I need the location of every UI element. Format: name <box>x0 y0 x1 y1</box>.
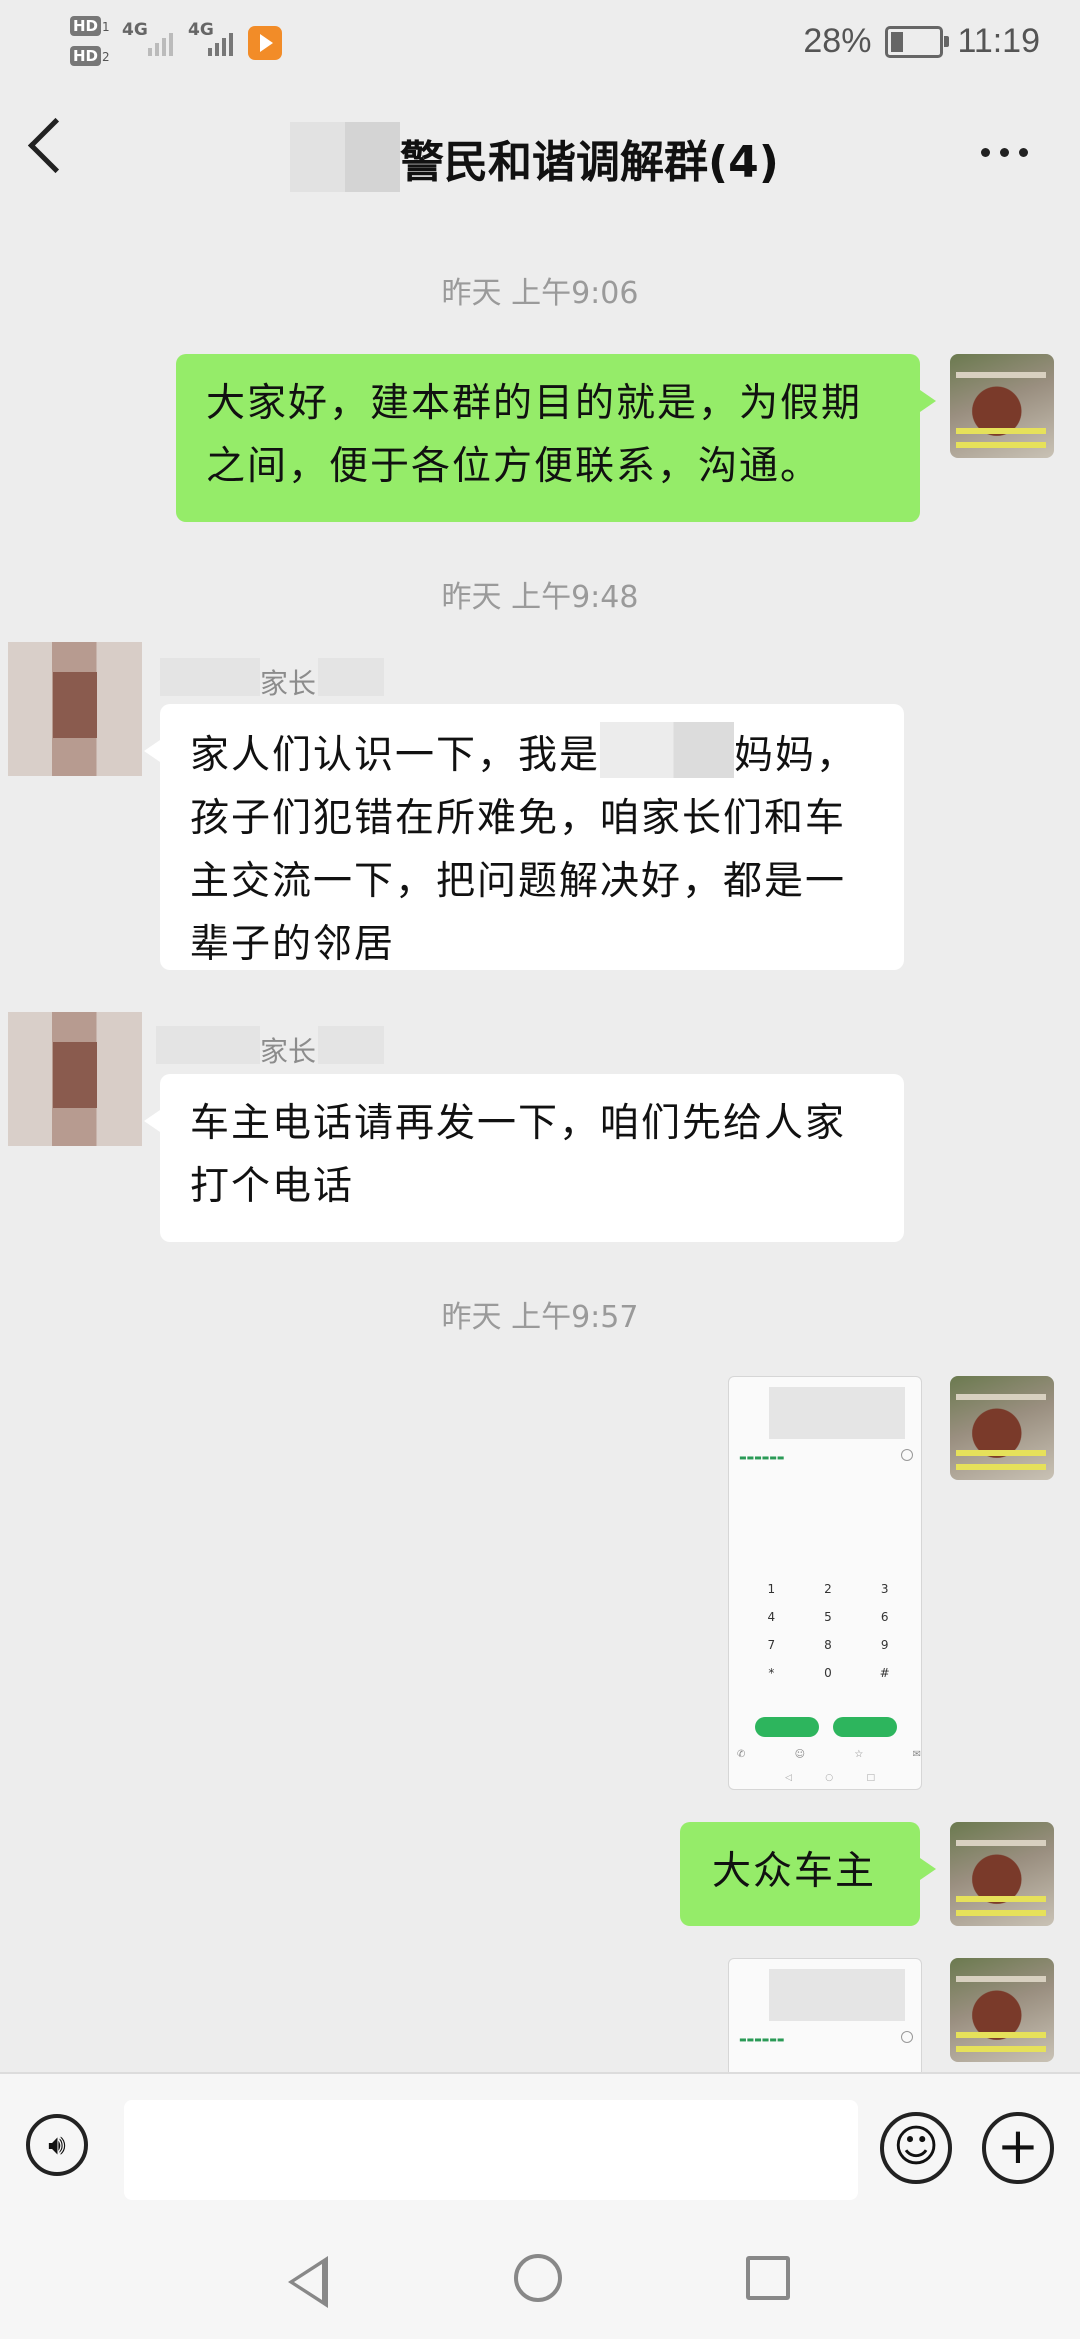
message-bubble-other[interactable]: 家人们认识一下，我是 妈妈，孩子们犯错在所难免，咱家长们和车主交流一下，把问题解决… <box>160 704 904 970</box>
status-right: 28% 11:19 <box>803 22 1040 61</box>
hd-badge-1: HD <box>70 16 102 36</box>
blurred-contact <box>769 1387 905 1439</box>
battery-icon <box>885 25 950 58</box>
call-buttons <box>755 1717 897 1737</box>
keypad-key: 1 <box>767 1582 776 1596</box>
sim-index-2: 2 <box>102 50 110 64</box>
battery-percent: 28% <box>803 22 872 60</box>
screenshot-nav-icons: ◁ ○ □ <box>785 1773 875 1783</box>
timestamp: 昨天 上午9:57 <box>441 1300 639 1335</box>
network-type-1: 4G <box>122 20 148 40</box>
message-bubble-other[interactable]: 车主电话请再发一下，咱们先给人家打个电话 <box>160 1074 904 1242</box>
message-input[interactable] <box>124 2100 858 2200</box>
emoji-icon[interactable]: ☺ <box>880 2112 952 2184</box>
voice-icon[interactable]: 🔊︎ <box>26 2114 88 2176</box>
blurred-name <box>600 722 735 778</box>
chat-header: 警民和谐调解群(4) <box>0 90 1080 210</box>
favorites-icon: ☆ <box>854 1749 864 1760</box>
keypad-key: # <box>879 1666 890 1680</box>
avatar-self[interactable] <box>950 354 1054 458</box>
blurred-title-prefix <box>290 122 400 192</box>
messages-icon: ✉ <box>912 1749 921 1760</box>
keypad-key: 7 <box>767 1638 776 1652</box>
message-bubble-self[interactable]: 大家好，建本群的目的就是，为假期之间，便于各位方便联系，沟通。 <box>176 354 920 522</box>
image-message-screenshot[interactable]: ▬▬▬▬▬▬ <box>728 1958 922 2072</box>
plus-icon[interactable]: + <box>982 2112 1054 2184</box>
nav-recent-apps-icon[interactable] <box>746 2256 790 2300</box>
sender-name: 家长 <box>260 667 317 700</box>
blurred-sender-name <box>160 658 260 696</box>
bubble-tail <box>920 1858 936 1880</box>
timestamp: 昨天 上午9:48 <box>441 580 639 615</box>
signal-bars-2-icon <box>208 28 233 56</box>
keypad-key: 8 <box>824 1638 832 1652</box>
clock: 11:19 <box>957 22 1040 60</box>
nav-back-icon[interactable] <box>288 2256 328 2308</box>
video-app-icon <box>248 26 282 60</box>
phone-number-blurred: ▬▬▬▬▬▬ <box>739 1453 785 1462</box>
bubble-tail <box>920 390 936 412</box>
keypad-key: 0 <box>824 1666 832 1680</box>
bubble-tail <box>144 1110 160 1132</box>
message-list[interactable]: 昨天 上午9:06 大家好，建本群的目的就是，为假期之间，便于各位方便联系，沟通… <box>0 210 1080 2072</box>
info-icon <box>901 1449 913 1461</box>
call-button-1 <box>755 1717 819 1737</box>
avatar-self[interactable] <box>950 1958 1054 2062</box>
chevron-left-icon[interactable] <box>27 117 84 174</box>
avatar-self[interactable] <box>950 1822 1054 1926</box>
image-message-screenshot[interactable]: ▬▬▬▬▬▬ 1 2 3 4 5 6 7 8 9 * 0 # ✆ ☺ ☆ ✉ ◁ ○ □ <box>728 1376 922 1790</box>
blurred-sender-name <box>156 1026 260 1064</box>
bubble-tail <box>144 740 160 762</box>
avatar-parent-1[interactable] <box>8 642 142 776</box>
phone-icon: ✆ <box>737 1749 746 1760</box>
nav-home-icon[interactable] <box>514 2254 562 2302</box>
dial-keypad: 1 2 3 4 5 6 7 8 9 * 0 # <box>743 1582 913 1680</box>
sim-index-1: 1 <box>102 20 110 34</box>
keypad-key: 6 <box>880 1610 889 1624</box>
avatar-self[interactable] <box>950 1376 1054 1480</box>
call-button-2 <box>833 1717 897 1737</box>
phone-number-blurred: ▬▬▬▬▬▬ <box>739 2035 785 2044</box>
keypad-key: 5 <box>824 1610 832 1624</box>
input-bar: 🔊︎ ☺ + <box>0 2072 1080 2222</box>
blurred-sender-name <box>318 1026 384 1064</box>
keypad-key: 3 <box>880 1582 889 1596</box>
avatar-parent-2[interactable] <box>8 1012 142 1146</box>
message-text: 家人们认识一下，我是 <box>190 733 601 778</box>
signal-bars-1-icon <box>148 28 173 56</box>
message-bubble-self[interactable]: 大众车主 <box>680 1822 920 1926</box>
dialer-tabs: ✆ ☺ ☆ ✉ <box>737 1749 921 1760</box>
timestamp: 昨天 上午9:06 <box>441 276 639 311</box>
keypad-key: * <box>768 1666 775 1680</box>
status-bar: HD 1 HD 2 4G 4G 28% 11:19 <box>0 0 1080 90</box>
sender-name: 家长 <box>260 1035 317 1068</box>
keypad-key: 4 <box>767 1610 776 1624</box>
system-navigation <box>0 2220 1080 2339</box>
more-dots-icon[interactable] <box>981 148 1028 157</box>
info-icon <box>901 2031 913 2043</box>
keypad-key: 9 <box>880 1638 889 1652</box>
hd-badge-2: HD <box>70 46 102 66</box>
keypad-key: 2 <box>824 1582 832 1596</box>
group-title: 警民和谐调解群(4) <box>400 137 779 188</box>
contacts-icon: ☺ <box>794 1749 806 1760</box>
blurred-sender-name <box>318 658 384 696</box>
blurred-contact <box>769 1969 905 2021</box>
